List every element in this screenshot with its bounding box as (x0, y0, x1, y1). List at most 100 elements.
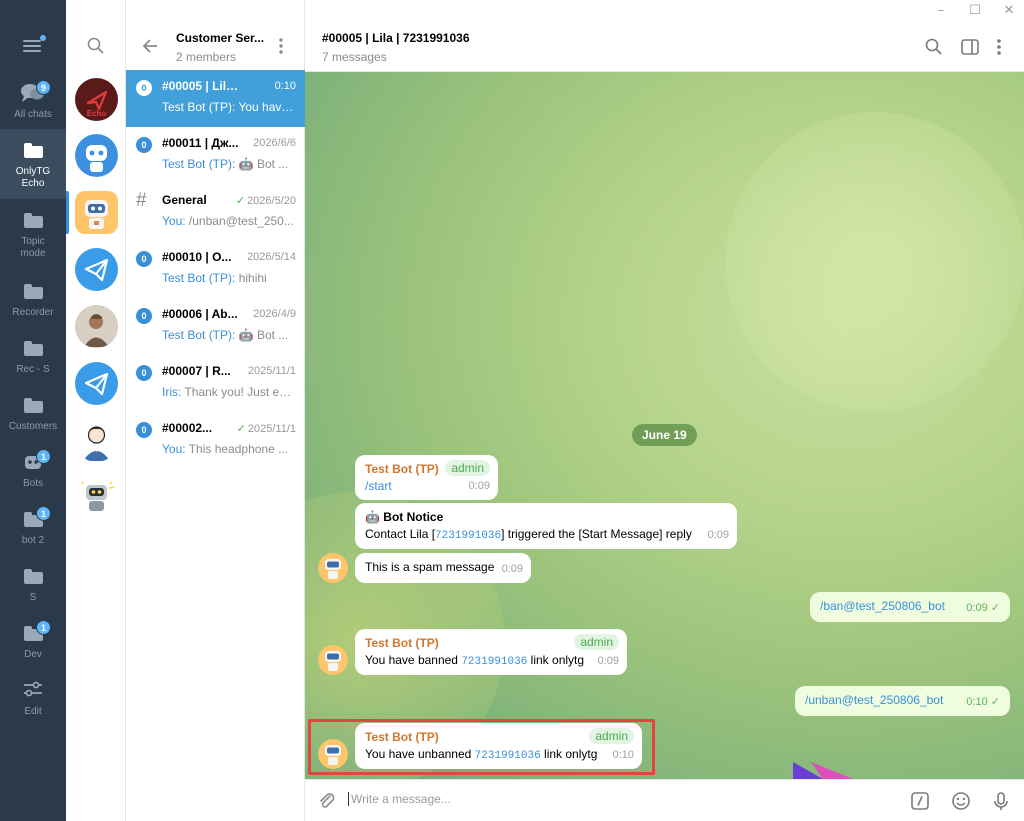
chat-time: ✓ 2026/5/20 (235, 195, 296, 207)
folder-all-chats[interactable]: 9 All chats (0, 72, 66, 129)
robot-icon (318, 553, 348, 583)
chat-time: 2026/4/9 (253, 308, 296, 320)
back-arrow-icon[interactable] (141, 37, 159, 55)
telegram-plane-icon (84, 372, 109, 396)
read-check-icon: ✓ (235, 195, 246, 207)
message-bubble[interactable]: Test Bot (TP) admin /start 0:09 (355, 455, 498, 500)
list-item[interactable]: 0 #00007 | R... 2025/11/1 Iris: Thank yo… (126, 355, 305, 412)
message-time: 0:09 (501, 563, 523, 575)
close-button[interactable]: ✕ (994, 0, 1024, 22)
folder-recorder[interactable]: Recorder (0, 270, 66, 327)
bot-command-icon[interactable] (910, 791, 930, 811)
message-bubble[interactable]: This is a spam message 0:09 (355, 553, 531, 583)
folder-topic-mode[interactable]: Topic mode (0, 199, 66, 269)
list-item[interactable]: 0 #00002... ✓ 2025/11/1 You: This headpho… (126, 412, 305, 469)
message-count: 7 messages (322, 50, 387, 64)
folder-bots[interactable]: 1 Bots (0, 441, 66, 498)
telegram-plane-icon (84, 258, 109, 282)
folder-icon (24, 284, 43, 299)
maximize-button[interactable]: ☐ (960, 0, 990, 22)
more-vertical-icon[interactable] (278, 37, 284, 55)
list-item[interactable]: 0 #00005 | Lila | 7... 0:10 Test Bot (TP… (126, 70, 305, 127)
chat-preview: Test Bot (TP): You have... (162, 100, 296, 114)
avatar-person-photo[interactable] (75, 305, 118, 348)
chat-time: 2026/6/6 (253, 137, 296, 149)
wallpaper-glow (725, 112, 1024, 412)
chat-title[interactable]: #00005 | Lila | 7231991036 (322, 31, 470, 45)
list-item[interactable]: 0 #00010 | O... 2026/5/14 Test Bot (TP):… (126, 241, 305, 298)
avatar-robot-blue[interactable] (75, 134, 118, 177)
list-item[interactable]: # General ✓ 2026/5/20 You: /unban@test_25… (126, 184, 305, 241)
chat-wallpaper: June 19 Test Bot (TP) admin /start 0:09 … (305, 72, 1024, 779)
watermark-logo-icon (793, 762, 853, 779)
minimize-button[interactable]: – (926, 0, 956, 22)
folder-label: OnlyTG Echo (15, 166, 51, 189)
unread-badge: 9 (36, 80, 51, 95)
avatar-telegram-1[interactable] (75, 248, 118, 291)
folder-icon (24, 341, 43, 356)
robot-icon (79, 479, 115, 511)
notice-title: 🤖 Bot Notice (365, 510, 444, 524)
folder-dev[interactable]: 1 Dev (0, 612, 66, 669)
avatar-robot-spark[interactable] (75, 476, 118, 519)
read-check-icon: ✓ (990, 696, 1000, 708)
outgoing-message-bubble[interactable]: /ban@test_250806_bot 0:09 ✓ (810, 592, 1010, 622)
avatar[interactable] (318, 553, 348, 583)
message-time: 0:09 ✓ (966, 602, 1000, 614)
robot-icon (85, 200, 108, 229)
chat-list-panel: Customer Ser... 2 members 0 #00005 | Lil… (126, 0, 305, 821)
message-bubble[interactable]: Test Bot (TP) admin You have banned 7231… (355, 629, 627, 675)
menu-icon[interactable] (23, 35, 46, 54)
chat-preview: You: /unban@test_250... (162, 214, 294, 228)
forum-avatar-column: Echo (66, 0, 126, 821)
search-icon[interactable] (86, 36, 106, 56)
sidebar-toggle-icon[interactable] (960, 37, 980, 57)
topic-badge: 0 (136, 251, 152, 267)
person-photo-icon (75, 305, 118, 348)
microphone-icon[interactable] (991, 791, 1011, 811)
folder-s[interactable]: S (0, 555, 66, 612)
more-vertical-icon[interactable] (995, 37, 1003, 57)
folder-label: Rec - S (16, 364, 50, 375)
selected-indicator (66, 191, 69, 234)
folder-icon (24, 569, 43, 584)
chat-time: ✓ 2025/11/1 (236, 423, 296, 435)
folder-rec-s[interactable]: Rec - S (0, 327, 66, 384)
avatar[interactable] (318, 645, 348, 675)
echo-logo-icon: Echo (87, 90, 108, 118)
emoji-icon[interactable] (951, 791, 971, 811)
chat-title: General (162, 193, 207, 207)
folder-edit[interactable]: Edit (0, 669, 66, 726)
avatar-telegram-2[interactable] (75, 362, 118, 405)
chat-preview: You: This headphone ... (162, 442, 289, 456)
search-icon[interactable] (924, 37, 944, 57)
chat-title: #00002... (162, 421, 213, 435)
chat-title: #00010 | O... (162, 250, 232, 264)
chat-list-header: Customer Ser... 2 members (126, 22, 305, 70)
avatar-general-robot[interactable] (75, 191, 118, 234)
list-item[interactable]: 0 #00006 | Ab... 2026/4/9 Test Bot (TP):… (126, 298, 305, 355)
admin-badge: admin (574, 634, 619, 650)
chat-time: 2026/5/14 (247, 251, 296, 263)
folder-label: Bots (22, 478, 43, 489)
highlight-box (308, 719, 655, 775)
unread-badge: 1 (36, 506, 51, 521)
read-check-icon: ✓ (990, 602, 1000, 614)
message-input[interactable]: Write a message... (348, 792, 451, 806)
robot-icon (75, 134, 118, 177)
chat-preview: Iris: Thank you! Just enj... (162, 385, 296, 399)
avatar-echo[interactable]: Echo (75, 78, 118, 121)
folder-label: Dev (24, 649, 42, 660)
attach-icon[interactable] (317, 791, 337, 811)
message-time: 0:09 (707, 529, 729, 541)
folder-customers[interactable]: Customers (0, 384, 66, 441)
folder-bot-2[interactable]: 1 bot 2 (0, 498, 66, 555)
folder-icon (24, 143, 43, 158)
avatar-agent-cartoon[interactable] (75, 419, 118, 462)
list-item[interactable]: 0 #00011 | Дж... 2026/6/6 Test Bot (TP):… (126, 127, 305, 184)
folder-onlytg-echo[interactable]: OnlyTG Echo (0, 129, 66, 199)
outgoing-message-bubble[interactable]: /unban@test_250806_bot 0:10 ✓ (795, 686, 1010, 716)
message-composer: Write a message... (305, 779, 1024, 821)
message-bubble[interactable]: 🤖 Bot Notice Contact Lila [7231991036] t… (355, 503, 737, 549)
chat-area: #00005 | Lila | 7231991036 7 messages Ju… (305, 22, 1024, 821)
